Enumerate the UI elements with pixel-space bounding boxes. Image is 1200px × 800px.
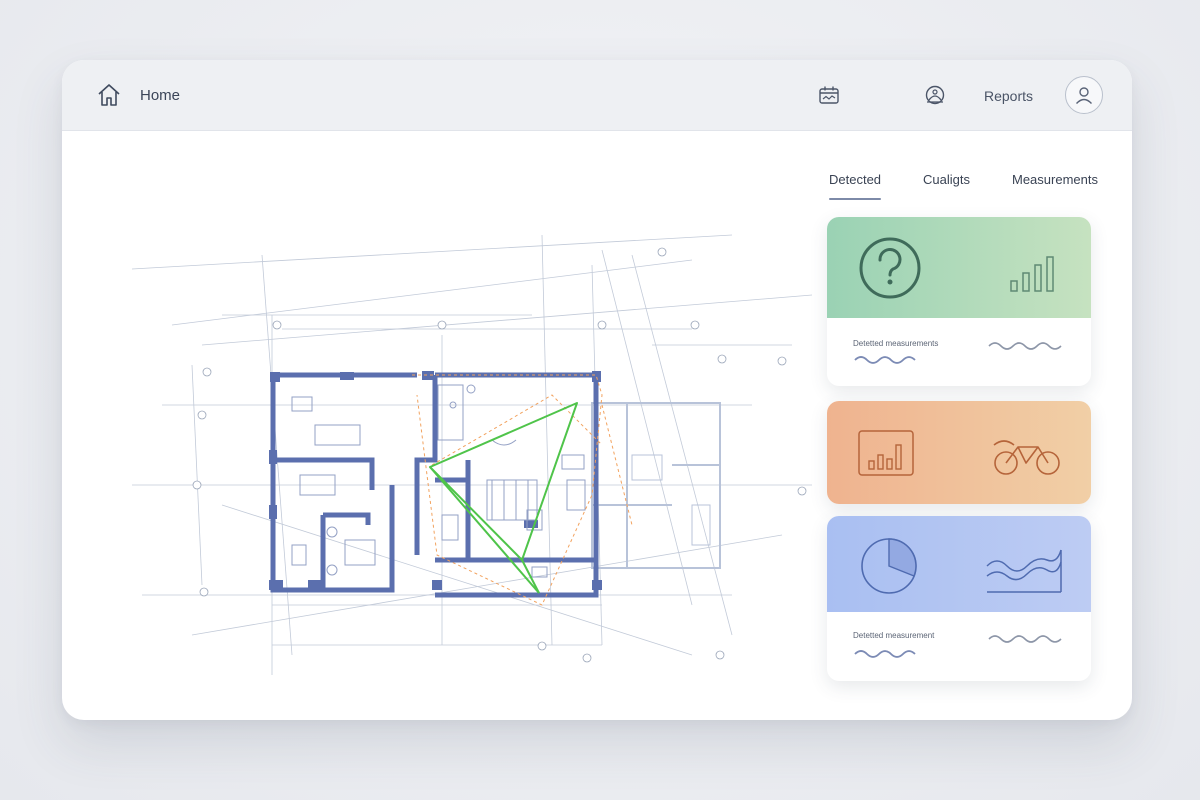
detected-measurements-label: Detetted measurements [853, 339, 939, 348]
detected-card-orange[interactable] [827, 401, 1091, 504]
bar-chart-box-icon [858, 430, 914, 476]
top-bar: Home Reports [62, 60, 1132, 131]
bicycle-icon [993, 440, 1060, 475]
reports-link[interactable]: Reports [984, 88, 1033, 104]
tab-cualigts[interactable]: Cualigts [923, 172, 970, 187]
adjacent-plan-ghost [591, 402, 721, 569]
app-window: Home Reports Detected Cualigts Measureme… [62, 60, 1132, 720]
floor-plan-canvas[interactable] [132, 175, 812, 675]
home-link[interactable]: Home [140, 87, 180, 104]
user-icon [1075, 87, 1093, 104]
value-placeholder-squiggle [988, 342, 1062, 350]
dashed-overlay [412, 374, 633, 606]
detected-card-blue[interactable]: Detetted measurement [827, 516, 1091, 681]
avatar[interactable] [1065, 76, 1103, 114]
alert-icon[interactable] [923, 83, 947, 107]
detected-measurement-label: Detetted measurement [853, 631, 935, 640]
bar-chart-icon [1010, 256, 1054, 292]
question-icon [859, 237, 921, 299]
wave-chart-icon [986, 549, 1062, 593]
tab-bar: Detected Cualigts Measurements [827, 172, 1117, 204]
value-placeholder-squiggle [988, 635, 1062, 643]
construction-lines [132, 234, 812, 675]
tab-detected[interactable]: Detected [829, 172, 882, 200]
home-icon[interactable] [96, 82, 122, 108]
value-placeholder-squiggle [854, 650, 916, 658]
calendar-icon[interactable] [818, 84, 840, 106]
value-placeholder-squiggle [854, 356, 916, 364]
detected-card-green[interactable]: Detetted measurements [827, 217, 1091, 386]
tab-measurements[interactable]: Measurements [1012, 172, 1098, 187]
pie-chart-icon [861, 538, 917, 594]
